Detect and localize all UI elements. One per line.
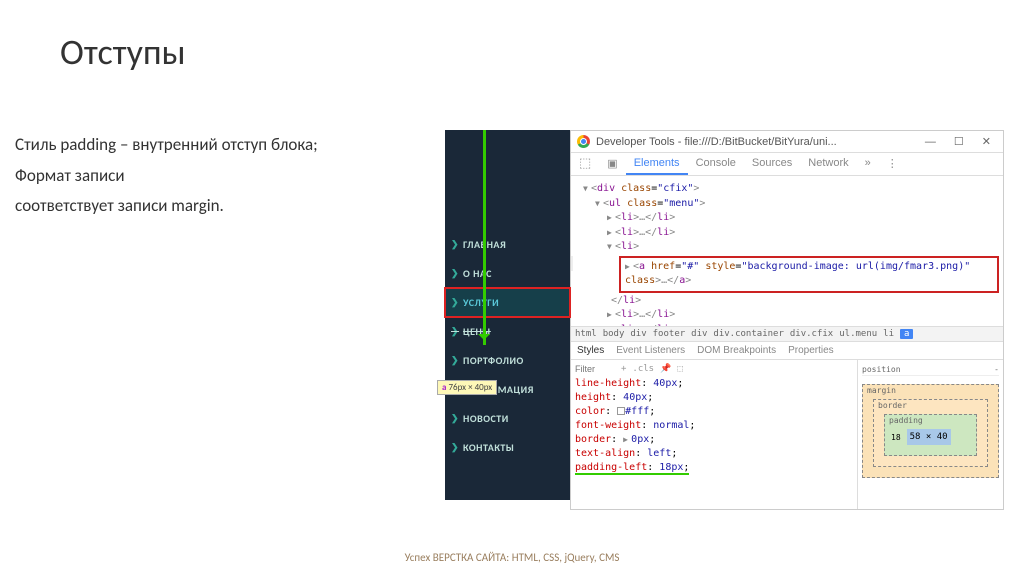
tab-styles[interactable]: Styles (571, 342, 610, 359)
nav-label: О НАС (463, 267, 492, 280)
add-rule-icon[interactable]: + (621, 364, 626, 374)
chevron-right-icon: ❯ (451, 268, 459, 279)
chevron-right-icon: ❯ (451, 413, 459, 424)
gutter-marker: ⋯ (571, 256, 573, 271)
nav-label: КОНТАКТЫ (463, 441, 514, 454)
nav-item-about[interactable]: ❯ О НАС (445, 259, 570, 288)
chevron-right-icon: ❯ (451, 442, 459, 453)
chrome-icon (577, 135, 590, 148)
chevron-right-icon: ❯ (451, 355, 459, 366)
nav-label: ПОРТФОЛИО (463, 354, 524, 367)
computed-panel: position- margin border padding 18 58 × … (858, 360, 1003, 509)
nav-item-services[interactable]: ❯ УСЛУГИ (445, 288, 570, 317)
nav-label: НОВОСТИ (463, 412, 509, 425)
tab-dom-breakpoints[interactable]: DOM Breakpoints (691, 342, 782, 359)
tab-event-listeners[interactable]: Event Listeners (610, 342, 691, 359)
tab-sources[interactable]: Sources (744, 153, 800, 175)
text-line: Формат записи (15, 161, 445, 192)
close-button[interactable]: ✕ (976, 135, 997, 148)
styles-sub-tabs: Styles Event Listeners DOM Breakpoints P… (571, 342, 1003, 360)
styles-panel[interactable]: + .cls 📌 ⬚ line-height: 40px; height: 40… (571, 360, 858, 509)
window-titlebar: Developer Tools - file:///D:/BitBucket/B… (571, 131, 1003, 153)
cls-toggle[interactable]: .cls (632, 364, 654, 374)
filter-input[interactable] (575, 364, 615, 374)
box-model[interactable]: margin border padding 18 58 × 40 (862, 384, 999, 478)
nav-item-prices[interactable]: ❯ЦЕНЫ (445, 317, 570, 346)
nav-item-home[interactable]: ❯ГЛАВНАЯ (445, 230, 570, 259)
footer-text: Успех ВЕРСТКА САЙТА: HTML, CSS, jQuery, … (0, 551, 1024, 564)
body-text: Стиль padding – внутренний отступ блока;… (15, 130, 445, 510)
text-line: Стиль padding – внутренний отступ блока; (15, 130, 445, 161)
maximize-button[interactable]: ☐ (948, 135, 970, 148)
tab-elements[interactable]: Elements (626, 153, 688, 175)
arrow-indicator (483, 130, 486, 345)
inspect-icon[interactable]: ⬚ (571, 153, 599, 175)
inspector-tooltip: a 76px × 40px (437, 380, 497, 395)
chevron-right-icon: ❯ (451, 297, 459, 308)
breadcrumb[interactable]: htmlbodydivfooterdivdiv.containerdiv.cfi… (571, 326, 1003, 342)
text-line: соответствует записи margin. (15, 191, 445, 222)
tab-properties[interactable]: Properties (782, 342, 840, 359)
state-icon[interactable]: ⬚ (677, 364, 682, 374)
menu-icon[interactable]: ⋮ (879, 153, 906, 175)
nav-label: УСЛУГИ (463, 296, 499, 309)
devtools-window: Developer Tools - file:///D:/BitBucket/B… (570, 130, 1004, 510)
window-title-text: Developer Tools - file:///D:/BitBucket/B… (596, 136, 837, 148)
box-content: 58 × 40 (907, 429, 951, 445)
slide-title: Отступы (60, 30, 964, 74)
nav-item-portfolio[interactable]: ❯ ПОРТФОЛИО (445, 346, 570, 375)
css-declarations: line-height: 40px; height: 40px; color: … (575, 377, 853, 475)
dom-tree[interactable]: ▼<div class="cfix"> ▼<ul class="menu"> ▶… (571, 176, 1003, 326)
devtools-main-tabs: ⬚ ▣ Elements Console Sources Network » ⋮ (571, 153, 1003, 176)
nav-item-news[interactable]: ❯ НОВОСТИ (445, 404, 570, 433)
nav-item-contacts[interactable]: ❯ КОНТАКТЫ (445, 433, 570, 462)
tabs-overflow-icon[interactable]: » (857, 153, 879, 175)
tab-network[interactable]: Network (800, 153, 856, 175)
website-nav-preview: ❯ГЛАВНАЯ ❯О НАС ❯УСЛУГИ a 76px × 40px ❯Ц… (445, 130, 570, 500)
device-icon[interactable]: ▣ (599, 153, 625, 175)
chevron-right-icon: ❯ (451, 239, 459, 250)
selected-dom-node[interactable]: ▶<a href="#" style="background-image: ur… (619, 256, 999, 293)
tab-console[interactable]: Console (688, 153, 744, 175)
minimize-button[interactable]: — (919, 136, 942, 148)
pin-icon[interactable]: 📌 (660, 364, 671, 374)
chevron-right-icon: ❯ (451, 326, 459, 337)
